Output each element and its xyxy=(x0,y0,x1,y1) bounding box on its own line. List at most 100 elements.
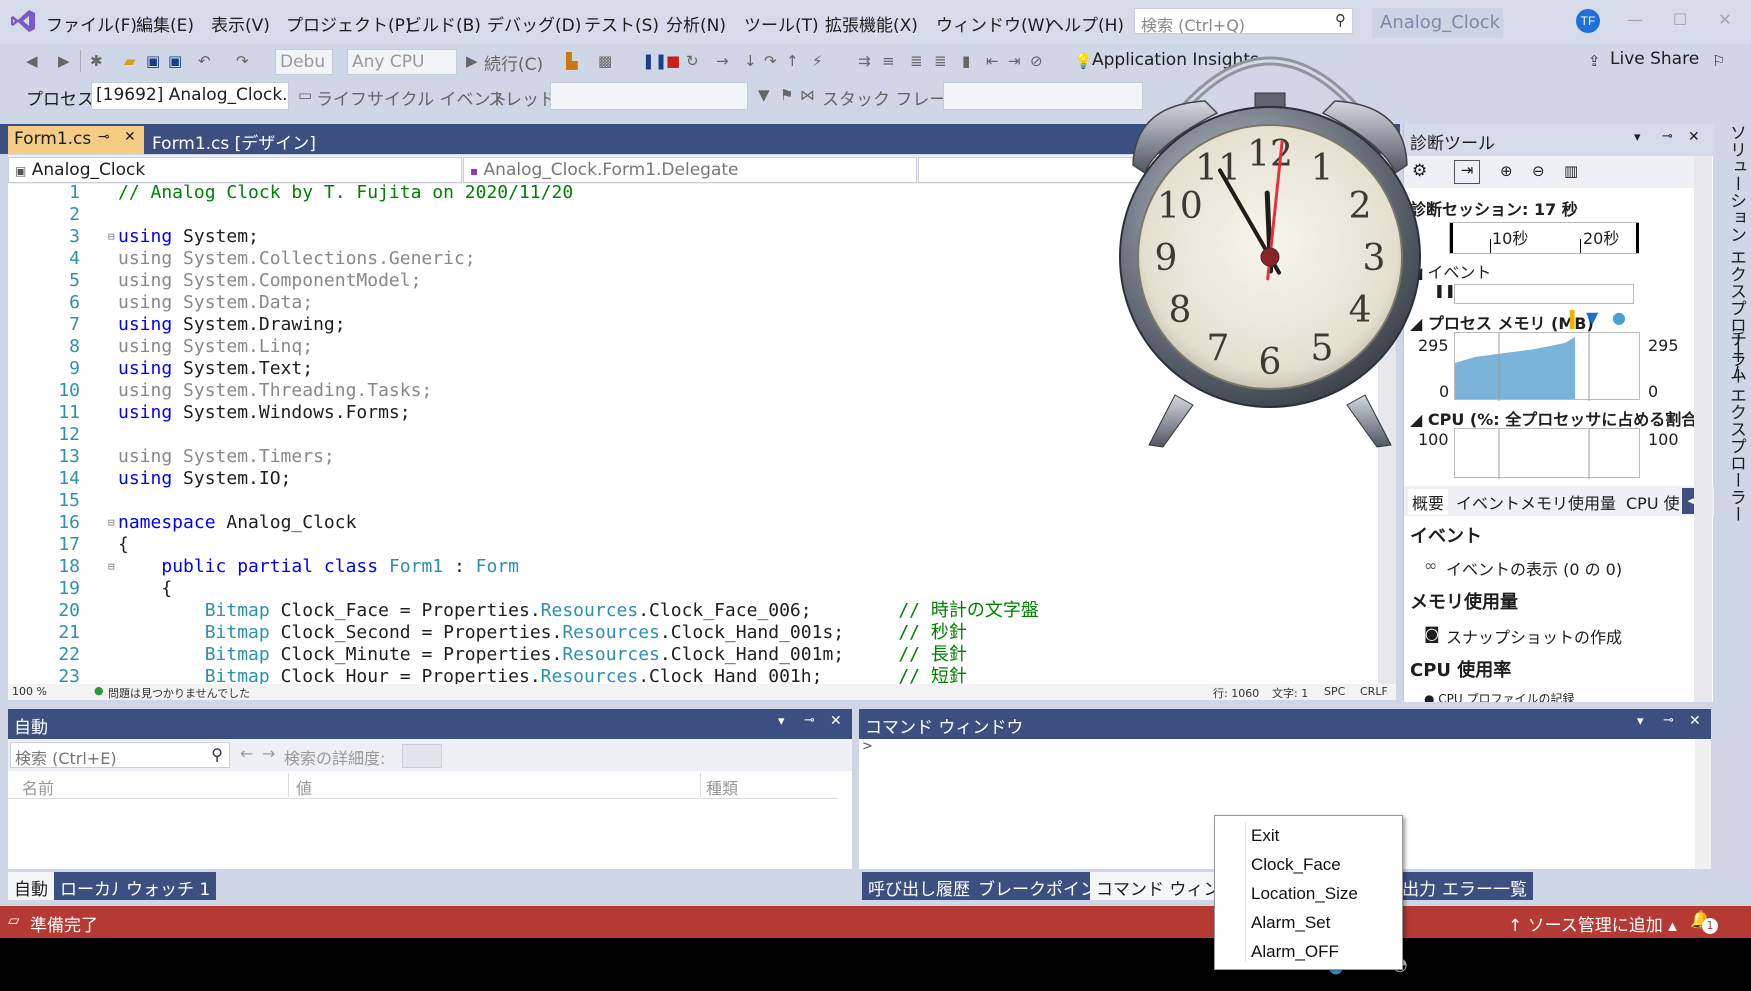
code-line[interactable]: 18 ⊟ public partial class Form1 : Form xyxy=(8,556,1378,578)
menu-build[interactable]: ビルド(B) xyxy=(405,11,481,36)
tab-watch1[interactable]: ウォッチ 1 xyxy=(120,872,217,900)
hot-reload-icon[interactable]: ⚡ xyxy=(812,52,823,70)
open-file-icon[interactable]: ▰ xyxy=(124,52,136,70)
pause-icon[interactable]: ❚❚ xyxy=(642,52,667,70)
avatar[interactable]: TF xyxy=(1576,9,1600,33)
process-combo[interactable]: [19692] Analog_Clock.e xyxy=(91,82,289,110)
source-control-button[interactable]: ↑ ソース管理に追加 ▴ xyxy=(1508,911,1677,936)
project-combo[interactable]: ▣ Analog_Clock xyxy=(8,157,462,183)
show-next-statement-icon[interactable]: → xyxy=(716,52,729,70)
save-all-icon[interactable]: ▣ xyxy=(168,52,182,70)
tab-form1-cs[interactable]: Form1.cs ⊸ ✕ xyxy=(8,126,144,154)
tab-auto[interactable]: 自動 xyxy=(8,872,54,900)
code-line[interactable]: 17 { xyxy=(8,534,1378,556)
platform-combo[interactable]: Any CPU xyxy=(347,49,457,75)
close-icon[interactable]: ✕ xyxy=(1689,713,1701,729)
stack-icon[interactable]: ≡ xyxy=(882,52,895,70)
menu-item-alarm-set[interactable]: Alarm_Set xyxy=(1251,913,1330,933)
close-icon[interactable]: ✕ xyxy=(1688,129,1700,145)
tab-summary[interactable]: 概要 xyxy=(1408,489,1449,515)
menu-item-exit[interactable]: Exit xyxy=(1251,826,1279,846)
diag-scrollbar[interactable] xyxy=(1694,156,1712,702)
redo-icon[interactable]: ↷ xyxy=(236,52,249,70)
code-line[interactable]: 20 Bitmap Clock_Face = Properties.Resour… xyxy=(8,600,1378,622)
analog-clock-window[interactable]: 12 12 3 45678 9 1011 xyxy=(1105,35,1435,465)
solution-config-combo[interactable]: Debu xyxy=(275,49,333,75)
new-project-icon[interactable]: ✱ xyxy=(90,52,103,70)
back-arrow-icon[interactable]: ← xyxy=(240,744,253,763)
cpu-graph[interactable] xyxy=(1454,428,1640,479)
col-name[interactable]: 名前 xyxy=(22,775,54,799)
fold-toggle-icon[interactable]: ⊟ xyxy=(108,512,115,534)
live-share-button[interactable]: Live Share xyxy=(1610,49,1699,69)
back-icon[interactable]: ◀ xyxy=(26,52,38,70)
close-tab-icon[interactable]: ✕ xyxy=(124,129,136,145)
save-icon[interactable]: ▣ xyxy=(146,52,160,70)
events-track[interactable] xyxy=(1454,284,1634,304)
code-line[interactable]: 22 Bitmap Clock_Minute = Properties.Reso… xyxy=(8,644,1378,666)
close-window-icon[interactable]: ✕ xyxy=(1710,10,1740,29)
timeline-ruler[interactable]: 10秒 20秒 xyxy=(1449,222,1639,254)
stop-icon[interactable]: ■ xyxy=(666,52,680,70)
search-depth-combo[interactable] xyxy=(402,744,442,768)
select-tools-icon[interactable]: ⇥ xyxy=(1454,160,1480,184)
forward-arrow-icon[interactable]: → xyxy=(262,744,275,763)
menu-extensions[interactable]: 拡張機能(X) xyxy=(825,11,918,36)
bookmark-icon[interactable]: ▮ xyxy=(962,52,970,70)
menu-item-clock-face[interactable]: Clock_Face xyxy=(1251,855,1341,875)
dropdown-icon[interactable]: ▾ xyxy=(1637,714,1644,729)
prev-bookmark-icon[interactable]: ⇤ xyxy=(986,52,999,70)
code-line[interactable]: 21 Bitmap Clock_Second = Properties.Reso… xyxy=(8,622,1378,644)
continue-icon[interactable]: ▶ xyxy=(466,52,478,70)
screenshot-icon[interactable]: ▩ xyxy=(598,52,612,70)
zoom-level[interactable]: 100 % xyxy=(12,685,47,698)
comment-icon[interactable]: ≣ xyxy=(910,52,923,70)
menu-edit[interactable]: 編集(E) xyxy=(136,11,194,36)
reset-view-icon[interactable]: ▥ xyxy=(1564,162,1578,180)
pin-icon[interactable]: ⊸ xyxy=(1663,713,1674,728)
menu-analyze[interactable]: 分析(N) xyxy=(666,11,726,36)
menu-project[interactable]: プロジェクト(P) xyxy=(286,11,412,36)
code-line[interactable]: 14 using System.IO; xyxy=(8,468,1378,490)
menu-window[interactable]: ウィンドウ(W) xyxy=(936,11,1051,36)
fold-toggle-icon[interactable]: ⊟ xyxy=(108,226,115,248)
menu-tools[interactable]: ツール(T) xyxy=(744,11,819,36)
tab-call-stack[interactable]: 呼び出し履歴 xyxy=(862,872,976,900)
undo-icon[interactable]: ↶ xyxy=(198,52,211,70)
tab-cpu[interactable]: CPU 使 xyxy=(1626,490,1680,514)
zoom-in-icon[interactable]: ⊕ xyxy=(1500,162,1513,180)
pin-icon[interactable]: ⊸ xyxy=(804,713,815,728)
pin-icon[interactable]: ⊸ xyxy=(1662,129,1673,144)
menu-help[interactable]: ヘルプ(H) xyxy=(1047,11,1124,36)
restart-icon[interactable]: ↻ xyxy=(686,52,699,70)
lifecycle-events-button[interactable]: ライフサイクル イベント xyxy=(316,85,508,110)
tab-memory[interactable]: メモリ使用量 xyxy=(1520,490,1616,514)
menu-view[interactable]: 表示(V) xyxy=(211,11,270,36)
fold-toggle-icon[interactable]: ⊟ xyxy=(108,556,115,578)
pin-icon[interactable]: ⊸ xyxy=(98,129,110,145)
col-type[interactable]: 種類 xyxy=(706,775,738,799)
take-snapshot-button[interactable]: スナップショットの作成 xyxy=(1446,624,1622,648)
dropdown-icon[interactable]: ▾ xyxy=(778,714,785,729)
step-over-icon[interactable]: ↷ xyxy=(764,52,777,70)
tab-team-explorer[interactable]: チーム エクスプローラー xyxy=(1724,330,1749,522)
cpu-profile-button[interactable]: ● CPU プロファイルの記録 xyxy=(1424,690,1575,702)
menu-item-alarm-off[interactable]: Alarm_OFF xyxy=(1251,942,1339,962)
search-input[interactable]: 検索 (Ctrl+Q) ⚲ xyxy=(1134,8,1353,35)
code-line[interactable]: 15 xyxy=(8,490,1378,512)
col-value[interactable]: 値 xyxy=(296,775,312,799)
attach-icon[interactable]: ▙ xyxy=(566,52,578,70)
tab-events[interactable]: イベント xyxy=(1456,490,1520,514)
zoom-out-icon[interactable]: ⊖ xyxy=(1532,162,1545,180)
member-combo[interactable]: ▪ Analog_Clock.Form1.Delegate xyxy=(463,157,917,183)
auto-search-input[interactable]: 検索 (Ctrl+E) ⚲ xyxy=(10,742,230,768)
feedback-icon[interactable]: ⚐ xyxy=(1712,52,1725,70)
continue-button[interactable]: 続行(C) xyxy=(484,50,543,75)
tab-form1-designer[interactable]: Form1.cs [デザイン] xyxy=(146,126,356,154)
code-line[interactable]: 23 Bitmap Clock_Hour = Properties.Resour… xyxy=(8,666,1378,684)
minimize-icon[interactable]: — xyxy=(1620,10,1650,29)
code-line[interactable]: 16 ⊟ namespace Analog_Clock xyxy=(8,512,1378,534)
menu-test[interactable]: テスト(S) xyxy=(584,11,659,36)
issues-text[interactable]: 問題は見つかりませんでした xyxy=(108,685,250,701)
menu-item-location-size[interactable]: Location_Size xyxy=(1251,884,1358,904)
